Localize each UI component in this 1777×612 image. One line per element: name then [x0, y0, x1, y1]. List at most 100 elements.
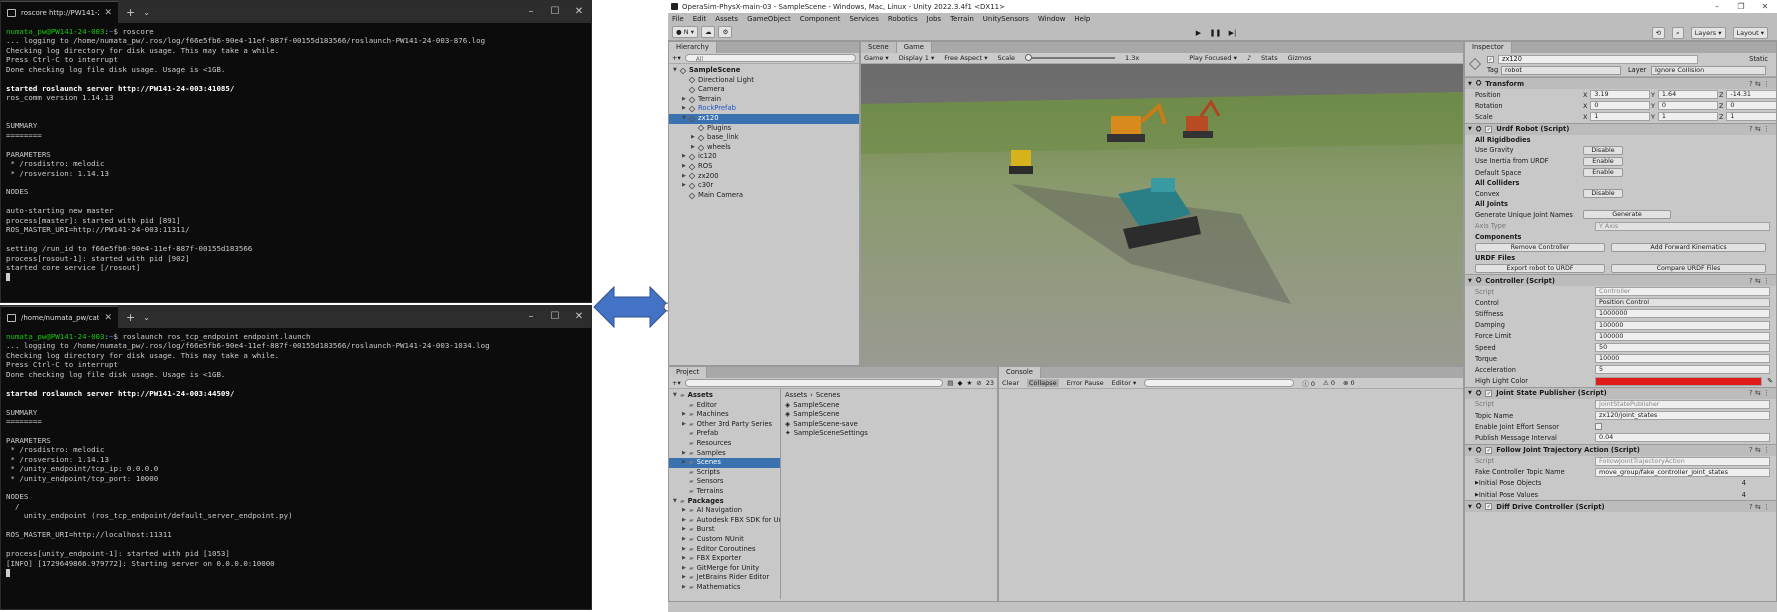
scene-file[interactable]: ✦ SampleSceneSettings: [785, 429, 993, 439]
maximize-icon[interactable]: ☐: [543, 1, 567, 23]
project-item[interactable]: ▶ ▰ Mathematics: [669, 583, 780, 593]
chevron-down-icon[interactable]: ⌄: [143, 313, 150, 322]
unity-editor-window[interactable]: OperaSim-PhysX-main-03 - SampleScene - W…: [668, 0, 1777, 612]
expand-arrow-icon[interactable]: ▶: [682, 535, 689, 545]
use-gravity-disable-button[interactable]: Disable: [1583, 145, 1623, 155]
eyedropper-icon[interactable]: ✎: [1767, 377, 1773, 385]
minimize-icon[interactable]: –: [519, 1, 543, 23]
property-field[interactable]: 10000: [1595, 354, 1770, 364]
close-icon[interactable]: ✕: [567, 306, 591, 328]
initial-pose-values-row[interactable]: ▶ Initial Pose Values 4: [1465, 489, 1776, 500]
breadcrumb-scenes[interactable]: Scenes: [816, 391, 840, 401]
hierarchy-item[interactable]: ▶ c30r: [669, 181, 859, 191]
project-item[interactable]: ▰ Sensors: [669, 477, 780, 487]
hierarchy-item[interactable]: Plugins: [669, 124, 859, 134]
project-item[interactable]: ▼ ▰ Assets: [669, 391, 780, 401]
hierarchy-item[interactable]: ▶ zx200: [669, 172, 859, 182]
static-toggle[interactable]: Static: [1749, 55, 1768, 63]
expand-arrow-icon[interactable]: ▶: [682, 420, 689, 430]
project-item[interactable]: ▶ ▰ GitMerge for Unity: [669, 564, 780, 574]
enabled-checkbox[interactable]: ✓: [1485, 503, 1493, 511]
tab-inspector[interactable]: Inspector: [1465, 42, 1512, 53]
scene-file[interactable]: ◈ SampleScene: [785, 410, 993, 420]
project-search-input[interactable]: [684, 379, 944, 387]
expand-arrow-icon[interactable]: ▶: [682, 458, 689, 468]
chevron-down-icon[interactable]: ⌄: [143, 8, 150, 17]
property-field[interactable]: 50: [1595, 343, 1770, 352]
project-item[interactable]: ▼ ▰ Packages: [669, 497, 780, 507]
vector-x-field[interactable]: X 3.19: [1583, 90, 1651, 99]
layout-dropdown[interactable]: Layout ▾: [1732, 27, 1768, 39]
tag-dropdown[interactable]: robot: [1501, 66, 1621, 75]
component-menu-icon[interactable]: ? ⇆ ⋮: [1749, 503, 1770, 511]
tab-hierarchy[interactable]: Hierarchy: [669, 42, 717, 53]
editor-dropdown[interactable]: Editor ▾: [1112, 379, 1137, 387]
game-dropdown[interactable]: Game ▾: [864, 54, 889, 62]
property-field[interactable]: JointStatePublisher: [1595, 399, 1770, 409]
component-menu-icon[interactable]: ? ⇆ ⋮: [1749, 125, 1770, 133]
property-field[interactable]: 100000: [1595, 331, 1770, 341]
add-forward-kinematics-button[interactable]: Add Forward Kinematics: [1611, 242, 1766, 252]
urdf-robot-section[interactable]: ▼ ⛭ ✓ Urdf Robot (Script) ? ⇆ ⋮: [1465, 122, 1776, 135]
excavator-yellow[interactable]: [1009, 150, 1033, 174]
menu-item-gameobject[interactable]: GameObject: [747, 15, 791, 23]
use-inertia-enable-button[interactable]: Enable: [1583, 156, 1623, 166]
property-field[interactable]: move_group/fake_controller_joint_states: [1595, 467, 1770, 477]
collab-button[interactable]: ⚙: [718, 26, 733, 38]
expand-arrow-icon[interactable]: ▶: [682, 516, 689, 526]
game-view[interactable]: [861, 64, 1464, 366]
property-field[interactable]: Controller: [1595, 287, 1770, 297]
menu-item-assets[interactable]: Assets: [715, 15, 738, 23]
tab-scene[interactable]: Scene: [861, 42, 897, 53]
menu-item-window[interactable]: Window: [1038, 15, 1066, 23]
menu-item-file[interactable]: File: [672, 15, 684, 23]
tab-project[interactable]: Project: [669, 367, 708, 378]
clear-button[interactable]: Clear: [1002, 379, 1019, 387]
expand-arrow-icon[interactable]: ▼: [673, 391, 680, 401]
slider-thumb[interactable]: [1025, 54, 1033, 61]
console-search-input[interactable]: [1144, 379, 1295, 387]
z-value[interactable]: 0: [1726, 101, 1776, 111]
follow-joint-trajectory-section[interactable]: ▼ ⛭ ✓ Follow Joint Trajectory Action (Scrip…: [1465, 443, 1776, 456]
foldout-arrow-icon[interactable]: ▼: [1468, 504, 1472, 510]
add-icon[interactable]: +▾: [672, 379, 681, 387]
terminal-output[interactable]: numata_pw@PW141-24-003:~$ roscore... log…: [1, 23, 591, 286]
hierarchy-item[interactable]: ▼ SampleScene: [669, 66, 859, 76]
convex-disable-button[interactable]: Disable: [1583, 189, 1623, 199]
controller-section[interactable]: ▼ ⛭ Controller (Script) ? ⇆ ⋮: [1465, 274, 1776, 287]
project-item[interactable]: ▶ ▰ Autodesk FBX SDK for Un: [669, 516, 780, 526]
warning-count[interactable]: ⚠ 0: [1323, 379, 1335, 387]
foldout-arrow-icon[interactable]: ▼: [1468, 447, 1472, 453]
vector-y-field[interactable]: Y1: [1651, 112, 1718, 122]
property-field[interactable]: zx120/joint_states: [1595, 410, 1770, 420]
filter-icon[interactable]: ▤: [947, 379, 953, 387]
new-tab-icon[interactable]: +: [126, 311, 135, 324]
hierarchy-search-input[interactable]: All: [684, 54, 856, 63]
project-item[interactable]: ▶ ▰ AI Navigation: [669, 506, 780, 516]
project-item[interactable]: ▶ ▰ Machines: [669, 410, 780, 420]
z-value[interactable]: 1: [1726, 112, 1776, 122]
hierarchy-item[interactable]: ▶ ic120: [669, 152, 859, 162]
foldout-arrow-icon[interactable]: ▼: [1468, 390, 1472, 396]
menu-item-edit[interactable]: Edit: [693, 15, 707, 23]
joint-state-publisher-section[interactable]: ▼ ⛭ ✓ Joint State Publisher (Script) ? ⇆ ⋮: [1465, 386, 1776, 399]
hierarchy-item[interactable]: Camera: [669, 85, 859, 95]
error-pause-button[interactable]: Error Pause: [1067, 379, 1104, 387]
info-count[interactable]: ⓘ 0: [1302, 378, 1315, 388]
compare-urdf-button[interactable]: Compare URDF Files: [1611, 263, 1766, 273]
hierarchy-item[interactable]: ▶ Terrain: [669, 95, 859, 105]
menu-item-jobs[interactable]: Jobs: [927, 15, 941, 23]
play-button[interactable]: ▶: [1190, 27, 1207, 38]
expand-arrow-icon[interactable]: ▶: [682, 410, 689, 420]
stats-button[interactable]: Stats: [1261, 54, 1278, 62]
transform-section[interactable]: ▼ ⛭ Transform ? ⇆ ⋮: [1465, 77, 1776, 89]
audio-icon[interactable]: ♪: [1247, 54, 1251, 62]
axis-type-dropdown[interactable]: Y Axis: [1595, 221, 1770, 231]
maximize-icon[interactable]: ☐: [543, 306, 567, 328]
y-value[interactable]: 0: [1657, 101, 1718, 111]
vector-y-field[interactable]: Y 1.64: [1651, 90, 1718, 99]
x-value[interactable]: 0: [1590, 101, 1651, 111]
play-focused-dropdown[interactable]: Play Focused ▾: [1189, 54, 1237, 62]
expand-arrow-icon[interactable]: ▶: [682, 506, 689, 516]
export-urdf-button[interactable]: Export robot to URDF: [1475, 263, 1605, 273]
